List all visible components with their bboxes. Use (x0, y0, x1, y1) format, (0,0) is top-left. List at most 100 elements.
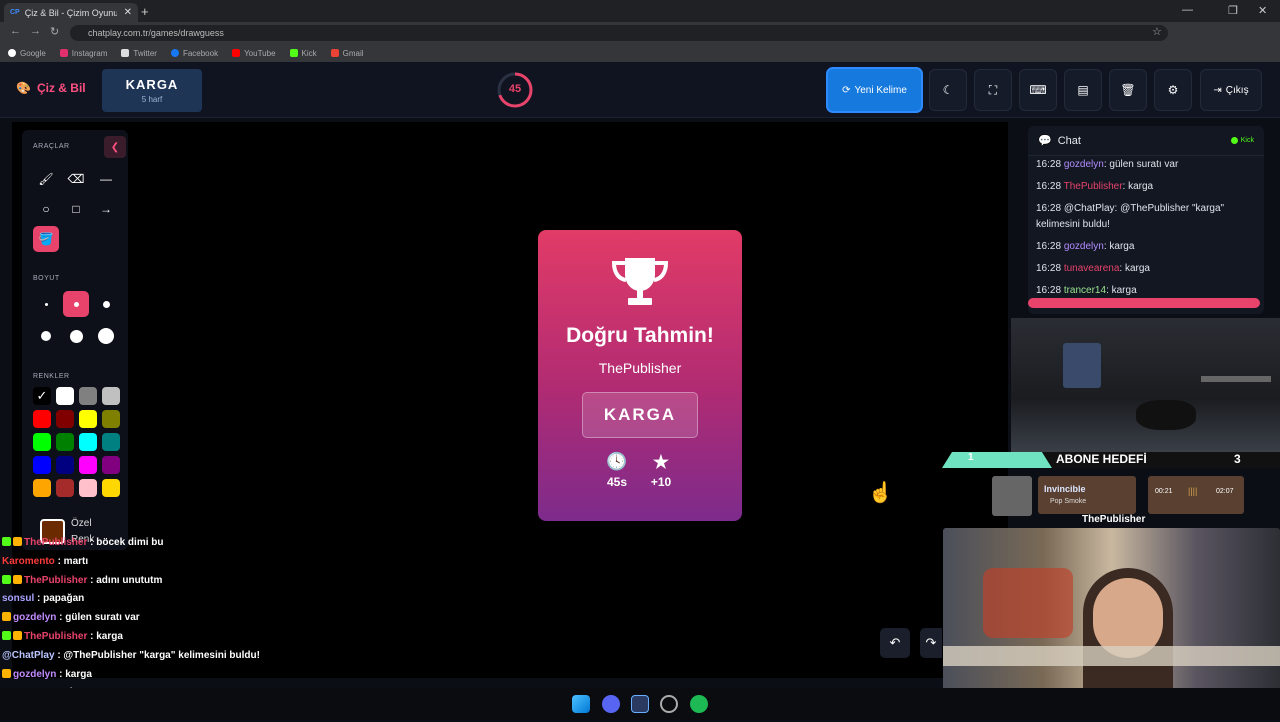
app-logo[interactable]: 🎨 Çiz & Bil (16, 81, 86, 95)
color-swatch[interactable] (56, 456, 74, 474)
bookmark-youtube[interactable]: YouTube (232, 49, 276, 58)
user-badge-icon (13, 574, 22, 584)
size-option-5[interactable] (63, 323, 89, 349)
address-bar[interactable]: chatplay.com.tr/games/drawguess (70, 25, 1168, 41)
color-swatch[interactable] (33, 479, 51, 497)
moon-icon: ☾ (942, 83, 954, 97)
colors-section-title: RENKLER (33, 373, 70, 380)
bookmark-facebook[interactable]: Facebook (170, 49, 218, 58)
chat-message: 16:28 gozdelyn: gülen suratı var (1036, 159, 1179, 170)
color-swatch[interactable] (79, 456, 97, 474)
archive-button[interactable]: ▤ (1064, 69, 1102, 111)
color-palette: ✓ (33, 387, 125, 497)
color-swatch[interactable] (33, 410, 51, 428)
color-swatch[interactable] (56, 410, 74, 428)
maximize-icon[interactable]: ❐ (1228, 4, 1238, 17)
brush-tool[interactable]: 🖌 (33, 166, 59, 192)
song-artist: Pop Smoke (1050, 498, 1087, 505)
forward-icon[interactable]: → (30, 25, 41, 37)
fullscreen-button[interactable]: ⛶ (974, 69, 1012, 111)
correct-guess-modal: Doğru Tahmin! ThePublisher KARGA 🕓 45s ★… (538, 230, 742, 521)
album-art (992, 476, 1032, 516)
color-swatch[interactable]: ✓ (33, 387, 51, 405)
color-swatch[interactable] (56, 479, 74, 497)
chat-messages: 16:28 gozdelyn: gülen suratı var 16:28 Th… (1028, 157, 1264, 299)
collapse-tools-button[interactable]: ❮ (104, 136, 126, 158)
goal-target: 3 (1234, 452, 1241, 466)
new-word-button[interactable]: ⟳ Yeni Kelime (826, 67, 923, 113)
settings-button[interactable]: ⚙ (1154, 69, 1192, 111)
color-swatch[interactable] (102, 387, 120, 405)
current-word-box: KARGA 5 harf (102, 69, 202, 112)
browser-tab[interactable]: CP Çiz & Bil - Çizim Oyunu ✕ (4, 3, 138, 22)
gmail-icon (330, 49, 339, 57)
tab-title: Çiz & Bil - Çizim Oyunu (24, 7, 117, 18)
color-swatch[interactable] (79, 387, 97, 405)
arrow-tool[interactable]: → (93, 196, 119, 222)
color-swatch[interactable] (102, 433, 120, 451)
rectangle-tool[interactable]: □ (63, 196, 89, 222)
redo-button[interactable]: ↷ (920, 628, 942, 658)
exit-button[interactable]: ⇥ Çıkış (1200, 69, 1262, 111)
close-tab-icon[interactable]: ✕ (124, 7, 132, 18)
clear-button[interactable]: 🗑 (1109, 69, 1147, 111)
reload-icon[interactable]: ↻ (50, 25, 59, 38)
bookmark-twitter[interactable]: Twitter (121, 49, 157, 58)
round-timer: 45 (496, 71, 534, 109)
trash-icon: 🗑 (1120, 83, 1136, 97)
color-swatch[interactable] (33, 433, 51, 451)
color-swatch[interactable] (102, 456, 120, 474)
bookmark-google[interactable]: Google (8, 49, 46, 58)
overlay-chat-message: ThePublisher : karga (2, 628, 332, 647)
chrome-icon[interactable] (660, 695, 678, 713)
size-option-4[interactable] (33, 323, 59, 349)
top-supporter: ThePublisher (1082, 514, 1146, 525)
color-swatch[interactable] (33, 456, 51, 474)
circle-tool[interactable]: ○ (33, 196, 59, 222)
bookmark-gmail[interactable]: Gmail (330, 49, 364, 58)
color-swatch[interactable] (79, 410, 97, 428)
spotify-icon[interactable] (690, 695, 708, 713)
overlay-chat-message: gozdelyn : gülen suratı var (2, 609, 332, 628)
color-swatch[interactable] (102, 479, 120, 497)
size-option-2[interactable] (63, 291, 89, 317)
color-swatch[interactable] (102, 410, 120, 428)
new-tab-icon[interactable]: + (141, 4, 149, 19)
app-icon[interactable] (631, 695, 649, 713)
bookmark-star-icon[interactable]: ☆ (1152, 25, 1162, 38)
tab-favicon-icon: CP (10, 9, 20, 16)
current-word: KARGA (125, 77, 179, 92)
dark-mode-button[interactable]: ☾ (929, 69, 967, 111)
back-icon[interactable]: ← (10, 25, 21, 37)
size-option-1[interactable] (33, 291, 59, 317)
bookmark-kick[interactable]: Kick (289, 49, 317, 58)
status-dot-icon (1230, 137, 1238, 144)
fill-tool[interactable]: 🪣 (33, 226, 59, 252)
windows-start-icon[interactable] (572, 695, 590, 713)
size-option-3[interactable] (93, 291, 119, 317)
undo-button[interactable]: ↶ (880, 628, 910, 658)
size-section-title: BOYUT (33, 275, 60, 282)
size-option-6[interactable] (93, 323, 119, 349)
color-swatch[interactable] (56, 433, 74, 451)
redo-icon: ↷ (925, 635, 937, 650)
instagram-icon (59, 49, 68, 57)
close-window-icon[interactable]: ✕ (1258, 4, 1267, 17)
bookmark-instagram[interactable]: Instagram (59, 49, 107, 58)
color-swatch[interactable] (79, 433, 97, 451)
color-swatch[interactable] (56, 387, 74, 405)
clock-icon: 🕓 (606, 452, 628, 471)
logout-icon: ⇥ (1213, 84, 1222, 96)
waveform-icon: |||| (1188, 486, 1198, 496)
chat-message: 16:28 ThePublisher: karga (1036, 181, 1154, 192)
chat-message: 16:28 @ChatPlay: @ThePublisher "karga" k… (1036, 203, 1225, 230)
line-tool[interactable]: — (93, 166, 119, 192)
keyboard-button[interactable]: ⌨ (1019, 69, 1057, 111)
webcam-gym-feed (1011, 318, 1280, 452)
chat-progress-bar (1028, 298, 1260, 308)
eraser-tool[interactable]: ⌫ (63, 166, 89, 192)
color-swatch[interactable] (79, 479, 97, 497)
discord-icon[interactable] (602, 695, 620, 713)
minimize-icon[interactable]: — (1182, 4, 1193, 16)
fullscreen-icon: ⛶ (988, 82, 998, 97)
